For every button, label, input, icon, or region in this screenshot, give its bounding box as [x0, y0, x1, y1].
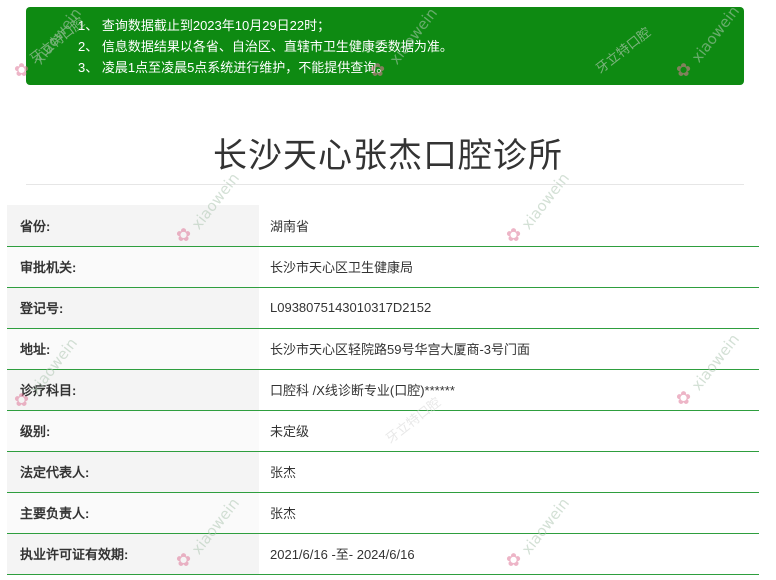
row-value: 2021/6/16 -至- 2024/6/16	[259, 533, 759, 575]
table-row: 省份: 湖南省	[7, 205, 759, 247]
clinic-info-table: 省份: 湖南省 审批机关: 长沙市天心区卫生健康局 登记号: L09380751…	[7, 205, 759, 575]
notice-banner: 1、 查询数据截止到2023年10月29日22时； 2、 信息数据结果以各省、自…	[26, 7, 744, 85]
notice-line: 2、 信息数据结果以各省、自治区、直辖市卫生健康委数据为准。	[78, 39, 453, 54]
row-label: 省份:	[7, 205, 259, 247]
table-row: 级别: 未定级	[7, 410, 759, 452]
title-divider	[26, 184, 744, 185]
row-label: 执业许可证有效期:	[7, 533, 259, 575]
row-value: 长沙市天心区卫生健康局	[259, 246, 759, 288]
row-label: 诊疗科目:	[7, 369, 259, 411]
row-label: 级别:	[7, 410, 259, 452]
table-row: 法定代表人: 张杰	[7, 451, 759, 493]
row-value: 湖南省	[259, 205, 759, 247]
row-label: 地址:	[7, 328, 259, 370]
row-value: L0938075143010317D2152	[259, 287, 759, 329]
row-value: 未定级	[259, 410, 759, 452]
notice-line: 1、 查询数据截止到2023年10月29日22时；	[78, 18, 331, 33]
table-row: 执业许可证有效期: 2021/6/16 -至- 2024/6/16	[7, 533, 759, 575]
table-row: 登记号: L0938075143010317D2152	[7, 287, 759, 329]
table-row: 主要负责人: 张杰	[7, 492, 759, 534]
row-value: 张杰	[259, 451, 759, 493]
row-value: 长沙市天心区轻院路59号华宫大厦商-3号门面	[259, 328, 759, 370]
page-title: 长沙天心张杰口腔诊所	[213, 136, 563, 176]
row-value: 口腔科 /X线诊断专业(口腔)******	[259, 369, 759, 411]
row-label: 审批机关:	[7, 246, 259, 288]
row-label: 登记号:	[7, 287, 259, 329]
table-row: 地址: 长沙市天心区轻院路59号华宫大厦商-3号门面	[7, 328, 759, 370]
row-label: 法定代表人:	[7, 451, 259, 493]
row-value: 张杰	[259, 492, 759, 534]
notice-line: 3、 凌晨1点至凌晨5点系统进行维护，不能提供查询。	[78, 60, 390, 75]
page: 1、 查询数据截止到2023年10月29日22时； 2、 信息数据结果以各省、自…	[0, 0, 776, 580]
row-label: 主要负责人:	[7, 492, 259, 534]
table-row: 审批机关: 长沙市天心区卫生健康局	[7, 246, 759, 288]
table-row: 诊疗科目: 口腔科 /X线诊断专业(口腔)******	[7, 369, 759, 411]
